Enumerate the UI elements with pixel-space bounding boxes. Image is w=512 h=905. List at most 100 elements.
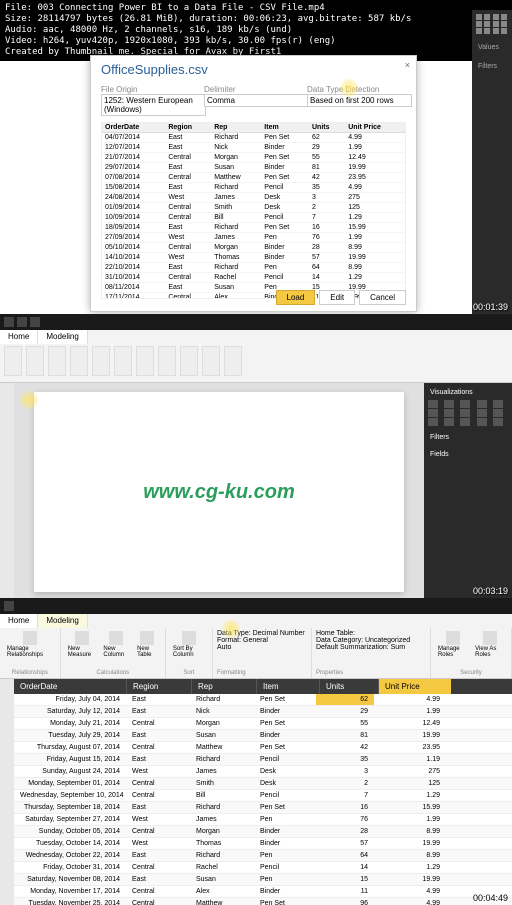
ribbon-button[interactable]	[4, 346, 22, 376]
ribbon-button[interactable]	[48, 346, 66, 376]
format-select[interactable]: Format: General	[217, 637, 268, 644]
table-row[interactable]: Sunday, August 24, 2014WestJamesDesk3275	[14, 766, 512, 778]
viz-icon[interactable]	[477, 418, 487, 426]
table-row[interactable]: Tuesday, July 29, 2014EastSusanBinder811…	[14, 730, 512, 742]
table-row[interactable]: Sunday, October 05, 2014CentralMorganBin…	[14, 826, 512, 838]
ribbon-button[interactable]	[136, 346, 154, 376]
viz-icon[interactable]	[428, 400, 438, 408]
col-unitprice[interactable]: Unit Price	[379, 679, 451, 694]
viz-icon[interactable]	[484, 14, 490, 20]
ribbon-button[interactable]	[26, 346, 44, 376]
viz-icon[interactable]	[477, 409, 487, 417]
report-canvas[interactable]: www.cg-ku.com	[14, 383, 424, 598]
viz-icon[interactable]	[493, 28, 499, 34]
table-row[interactable]: Friday, October 31, 2014CentralRachelPen…	[14, 862, 512, 874]
viz-icon[interactable]	[501, 14, 507, 20]
table-row[interactable]: Thursday, August 07, 2014CentralMatthewP…	[14, 742, 512, 754]
ribbon-button[interactable]	[224, 346, 242, 376]
new-column-button[interactable]: New Column	[100, 630, 132, 659]
viz-icon[interactable]	[476, 21, 482, 27]
ribbon-button[interactable]	[202, 346, 220, 376]
column-icon	[109, 631, 123, 645]
ribbon-button[interactable]	[114, 346, 132, 376]
col-units[interactable]: Units	[320, 679, 379, 694]
tab-modeling[interactable]: Modeling	[38, 330, 87, 344]
table-row[interactable]: Friday, August 15, 2014EastRichardPencil…	[14, 754, 512, 766]
viz-icon[interactable]	[444, 409, 454, 417]
summarization-select[interactable]: Default Summarization: Sum	[316, 644, 405, 651]
col-region[interactable]: Region	[127, 679, 192, 694]
cancel-button[interactable]: Cancel	[359, 290, 406, 305]
table-row[interactable]: Tuesday, October 14, 2014WestThomasBinde…	[14, 838, 512, 850]
close-icon[interactable]: ×	[405, 60, 410, 70]
ribbon-button[interactable]	[158, 346, 176, 376]
new-measure-button[interactable]: New Measure	[65, 630, 99, 659]
viz-icon[interactable]	[477, 400, 487, 408]
table-row[interactable]: Friday, July 04, 2014EastRichardPen Set6…	[14, 694, 512, 706]
ribbon-button[interactable]	[92, 346, 110, 376]
new-table-button[interactable]: New Table	[134, 630, 161, 659]
app-icon	[4, 317, 14, 327]
viz-icon[interactable]	[493, 409, 503, 417]
viz-icon[interactable]	[493, 400, 503, 408]
viz-icon[interactable]	[428, 418, 438, 426]
file-video: Video: h264, yuv420p, 1920x1080, 393 kb/…	[5, 36, 507, 47]
grid-header: OrderDate Region Rep Item Units Unit Pri…	[14, 679, 512, 694]
filters-section: Filters	[476, 61, 508, 72]
ribbon-button[interactable]	[70, 346, 88, 376]
viz-icon[interactable]	[493, 14, 499, 20]
viz-icon[interactable]	[428, 409, 438, 417]
tab-modeling[interactable]: Modeling	[38, 614, 87, 628]
view-rail[interactable]	[0, 679, 14, 905]
datatype-select[interactable]: Based on first 200 rows	[307, 94, 412, 107]
file-origin-select[interactable]: 1252: Western European (Windows)	[101, 94, 206, 116]
data-category-select[interactable]: Data Category: Uncategorized	[316, 637, 410, 644]
manage-relationships-button[interactable]: Manage Relationships	[4, 630, 56, 659]
viz-icon[interactable]	[501, 28, 507, 34]
viz-icon[interactable]	[484, 28, 490, 34]
viz-icon[interactable]	[501, 21, 507, 27]
viz-icon[interactable]	[476, 14, 482, 20]
data-grid[interactable]: OrderDate Region Rep Item Units Unit Pri…	[14, 679, 512, 905]
viz-icon[interactable]	[476, 28, 482, 34]
preview-col: Item	[261, 123, 309, 133]
load-button[interactable]: Load	[276, 290, 316, 305]
table-row[interactable]: Thursday, September 18, 2014EastRichardP…	[14, 802, 512, 814]
tab-home[interactable]: Home	[0, 614, 38, 628]
table-row[interactable]: Monday, July 21, 2014CentralMorganPen Se…	[14, 718, 512, 730]
ribbon-tabs: Home Modeling	[0, 614, 512, 628]
save-icon[interactable]	[17, 317, 27, 327]
view-rail[interactable]	[0, 383, 14, 598]
viz-icon[interactable]	[460, 409, 470, 417]
format-auto[interactable]: Auto	[217, 644, 231, 651]
col-orderdate[interactable]: OrderDate	[14, 679, 127, 694]
table-row[interactable]: Wednesday, September 10, 2014CentralBill…	[14, 790, 512, 802]
preview-col: Unit Price	[345, 123, 405, 133]
ribbon-button[interactable]	[180, 346, 198, 376]
table-row[interactable]: Tuesday, November 25, 2014CentralMatthew…	[14, 898, 512, 905]
viz-icon[interactable]	[444, 400, 454, 408]
table-row[interactable]: Saturday, September 27, 2014WestJamesPen…	[14, 814, 512, 826]
delimiter-label: Delimiter	[204, 85, 303, 94]
col-item[interactable]: Item	[257, 679, 320, 694]
viz-icon[interactable]	[493, 21, 499, 27]
table-row[interactable]: Wednesday, October 22, 2014EastRichardPe…	[14, 850, 512, 862]
table-row[interactable]: Monday, September 01, 2014CentralSmithDe…	[14, 778, 512, 790]
roles-icon	[446, 631, 460, 645]
viz-icon[interactable]	[493, 418, 503, 426]
table-row[interactable]: Saturday, November 08, 2014EastSusanPen1…	[14, 874, 512, 886]
edit-button[interactable]: Edit	[319, 290, 355, 305]
col-rep[interactable]: Rep	[192, 679, 257, 694]
view-as-roles-button[interactable]: View As Roles	[472, 630, 507, 659]
table-row[interactable]: Monday, November 17, 2014CentralAlexBind…	[14, 886, 512, 898]
tab-home[interactable]: Home	[0, 330, 38, 344]
delimiter-select[interactable]: Comma	[204, 94, 309, 107]
sort-by-column-button[interactable]: Sort By Column	[170, 630, 208, 659]
viz-icon[interactable]	[484, 21, 490, 27]
viz-icon[interactable]	[444, 418, 454, 426]
viz-icon[interactable]	[460, 400, 470, 408]
table-row[interactable]: Saturday, July 12, 2014EastNickBinder291…	[14, 706, 512, 718]
manage-roles-button[interactable]: Manage Roles	[435, 630, 470, 659]
viz-icon[interactable]	[460, 418, 470, 426]
undo-icon[interactable]	[30, 317, 40, 327]
